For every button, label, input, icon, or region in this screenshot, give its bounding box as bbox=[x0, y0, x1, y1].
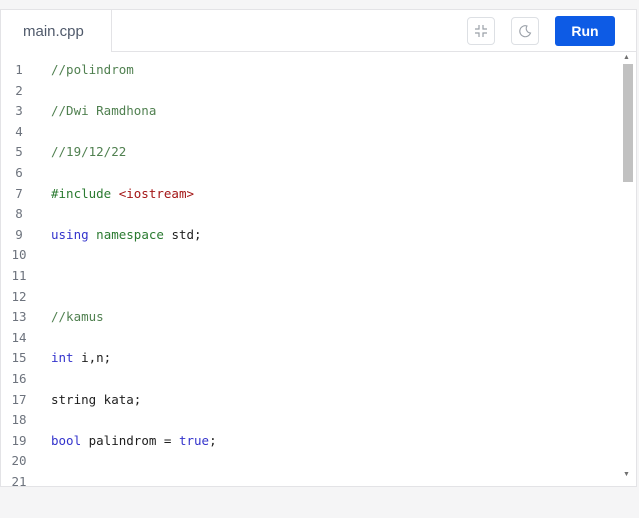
scroll-up-arrow-icon[interactable]: ▲ bbox=[623, 54, 630, 61]
code-token: //kamus bbox=[51, 309, 104, 325]
code-line[interactable]: 14 bbox=[1, 328, 51, 349]
line-number: 19 bbox=[11, 432, 27, 448]
code-token: string kata; bbox=[51, 391, 142, 407]
line-text: using namespace std; bbox=[51, 227, 202, 242]
line-number: 15 bbox=[11, 350, 27, 366]
code-token: palindrom = bbox=[81, 432, 179, 448]
code-token: using bbox=[51, 226, 89, 242]
line-text: //Dwi Ramdhona bbox=[51, 103, 156, 118]
line-number: 17 bbox=[11, 391, 27, 407]
line-number: 16 bbox=[11, 371, 27, 386]
code-token: ; bbox=[209, 432, 217, 448]
line-number: 9 bbox=[15, 226, 23, 242]
line-text: #include <iostream> bbox=[51, 186, 194, 201]
line-number: 3 bbox=[15, 103, 23, 119]
line-text: bool palindrom = true; bbox=[51, 433, 217, 448]
code-line[interactable]: 18 bbox=[1, 410, 51, 431]
code-token: true bbox=[178, 432, 210, 448]
code-line[interactable]: 12 bbox=[1, 287, 51, 308]
run-button-label: Run bbox=[571, 23, 599, 39]
tab-main-cpp[interactable]: main.cpp bbox=[1, 10, 112, 52]
code-token: #include bbox=[51, 185, 119, 201]
code-token: //Dwi Ramdhona bbox=[51, 103, 157, 119]
run-button[interactable]: Run bbox=[555, 16, 615, 46]
line-number: 7 bbox=[15, 185, 23, 201]
code-area[interactable]: 1 //polindrom 2 3 //Dwi Ramdhona 4 5 //19/12/22… bbox=[1, 52, 618, 489]
code-line[interactable]: 13 //kamus bbox=[1, 307, 104, 328]
code-token: //19/12/22 bbox=[51, 144, 127, 160]
line-text: string kata; bbox=[51, 392, 141, 407]
code-line[interactable]: 20 bbox=[1, 451, 51, 472]
line-number: 2 bbox=[15, 82, 23, 98]
code-token: //polindrom bbox=[51, 62, 134, 77]
line-number: 1 bbox=[15, 62, 23, 77]
code-token: i,n; bbox=[73, 350, 112, 366]
collapse-button[interactable] bbox=[467, 17, 495, 45]
code-token: <iostream> bbox=[118, 185, 194, 201]
line-number: 21 bbox=[11, 474, 27, 489]
code-line[interactable]: 7 #include <iostream> bbox=[1, 184, 194, 205]
line-text: int i,n; bbox=[51, 350, 111, 365]
code-line[interactable]: 8 bbox=[1, 204, 51, 225]
code-line[interactable]: 1 //polindrom bbox=[1, 60, 134, 81]
code-line[interactable]: 5 //19/12/22 bbox=[1, 142, 126, 163]
code-line[interactable]: 2 bbox=[1, 81, 51, 102]
code-line[interactable]: 16 bbox=[1, 369, 51, 390]
scrollbar-thumb[interactable] bbox=[623, 64, 633, 182]
code-token: std; bbox=[171, 226, 202, 242]
line-number: 13 bbox=[11, 309, 27, 325]
line-number: 20 bbox=[11, 453, 27, 469]
line-number: 12 bbox=[11, 288, 27, 304]
line-number: 5 bbox=[15, 144, 23, 160]
scroll-down-arrow-icon[interactable]: ▼ bbox=[623, 471, 630, 478]
code-line[interactable]: 15 int i,n; bbox=[1, 348, 111, 369]
code-line[interactable]: 6 bbox=[1, 163, 51, 184]
vertical-scrollbar[interactable]: ▲ ▼ bbox=[618, 52, 636, 486]
line-number: 8 bbox=[15, 206, 23, 222]
theme-toggle-button[interactable] bbox=[511, 17, 539, 45]
code-line[interactable]: 21 bbox=[1, 472, 51, 493]
code-line[interactable]: 11 bbox=[1, 266, 51, 287]
code-line[interactable]: 17 string kata; bbox=[1, 390, 141, 411]
tab-label: main.cpp bbox=[23, 22, 84, 40]
code-line[interactable]: 19 bool palindrom = true; bbox=[1, 431, 217, 452]
code-line[interactable]: 3 //Dwi Ramdhona bbox=[1, 101, 156, 122]
line-text: //polindrom bbox=[51, 62, 134, 77]
line-number: 11 bbox=[11, 268, 27, 283]
moon-icon bbox=[519, 25, 532, 38]
code-editor: main.cpp Run 1 //polindrom 2 3 //Dwi Ramdhon… bbox=[0, 9, 637, 489]
code-token: bool bbox=[51, 432, 82, 448]
code-line[interactable]: 10 bbox=[1, 245, 51, 266]
line-number: 18 bbox=[11, 412, 27, 428]
code-token: int bbox=[51, 350, 74, 366]
line-number: 10 bbox=[11, 247, 27, 263]
editor-toolbar: main.cpp Run bbox=[1, 10, 636, 52]
line-number: 4 bbox=[15, 123, 23, 139]
line-number: 14 bbox=[11, 329, 27, 345]
code-line[interactable]: 9 using namespace std; bbox=[1, 225, 202, 246]
collapse-icon bbox=[475, 25, 487, 37]
code-line[interactable]: 4 bbox=[1, 122, 51, 143]
line-text: //kamus bbox=[51, 309, 104, 324]
line-number: 6 bbox=[15, 165, 23, 180]
code-token: namespace bbox=[88, 226, 172, 242]
line-text: //19/12/22 bbox=[51, 144, 126, 159]
